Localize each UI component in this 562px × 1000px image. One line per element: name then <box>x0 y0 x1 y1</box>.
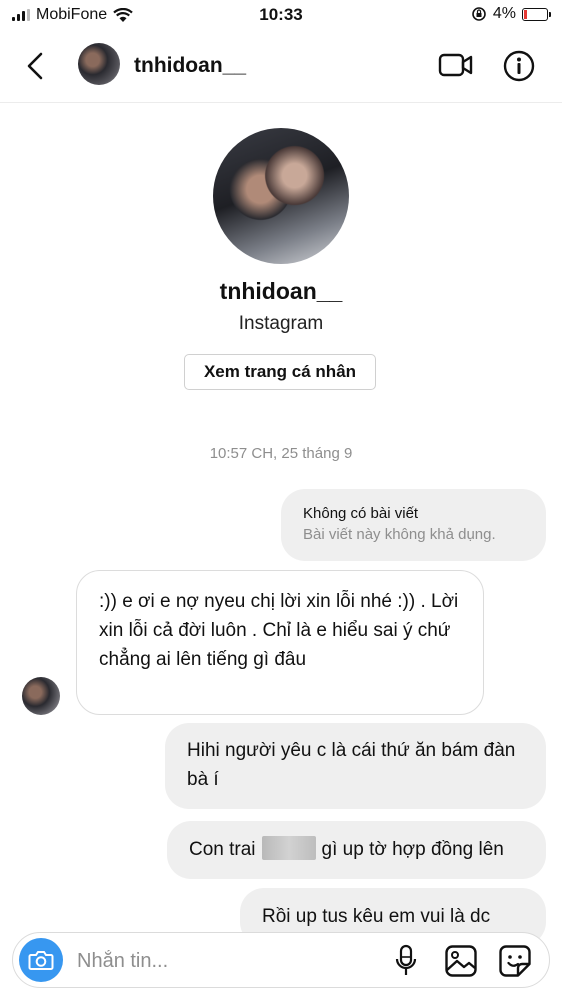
profile-avatar[interactable] <box>213 128 349 264</box>
microphone-icon[interactable] <box>394 944 418 978</box>
header-avatar[interactable] <box>78 43 120 85</box>
camera-button[interactable] <box>19 938 63 982</box>
profile-username: tnhidoan__ <box>219 278 343 304</box>
shared-post-bubble[interactable]: Không có bài viết Bài viết này không khả… <box>281 489 546 561</box>
shared-post-subtitle: Bài viết này không khả dụng. <box>303 526 496 543</box>
orientation-lock-icon <box>472 7 486 21</box>
status-bar: MobiFone 10:33 4% <box>0 0 562 30</box>
blurred-word <box>261 836 316 860</box>
message-text: gì up tờ hợp đồng lên <box>321 839 504 860</box>
message-composer <box>12 932 550 988</box>
back-icon[interactable] <box>26 52 44 80</box>
message-input[interactable] <box>75 945 379 977</box>
message-text: Con trai <box>189 839 256 860</box>
message-timestamp: 10:57 CH, 25 tháng 9 <box>209 445 353 462</box>
profile-subtitle: Instagram <box>238 313 324 334</box>
battery-icon <box>522 7 551 21</box>
outgoing-message[interactable]: Hihi người yêu c là cái thứ ăn bám đàn b… <box>165 723 546 809</box>
camera-icon <box>28 951 54 970</box>
outgoing-message[interactable]: Con trai gì up tờ hợp đồng lên <box>167 821 546 879</box>
shared-post-title: Không có bài viết <box>303 505 419 522</box>
gallery-icon[interactable] <box>444 944 478 978</box>
chat-header: tnhidoan__ <box>0 30 562 103</box>
incoming-message[interactable]: :)) e ơi e nợ nyeu chị lời xin lỗi nhé :… <box>76 570 484 715</box>
header-username[interactable]: tnhidoan__ <box>134 54 246 78</box>
view-profile-button[interactable]: Xem trang cá nhân <box>184 354 376 390</box>
sender-avatar[interactable] <box>22 677 60 715</box>
video-call-icon[interactable] <box>438 50 474 80</box>
battery-percent: 4% <box>492 5 516 22</box>
sticker-icon[interactable] <box>498 944 532 978</box>
info-icon[interactable] <box>503 50 535 82</box>
